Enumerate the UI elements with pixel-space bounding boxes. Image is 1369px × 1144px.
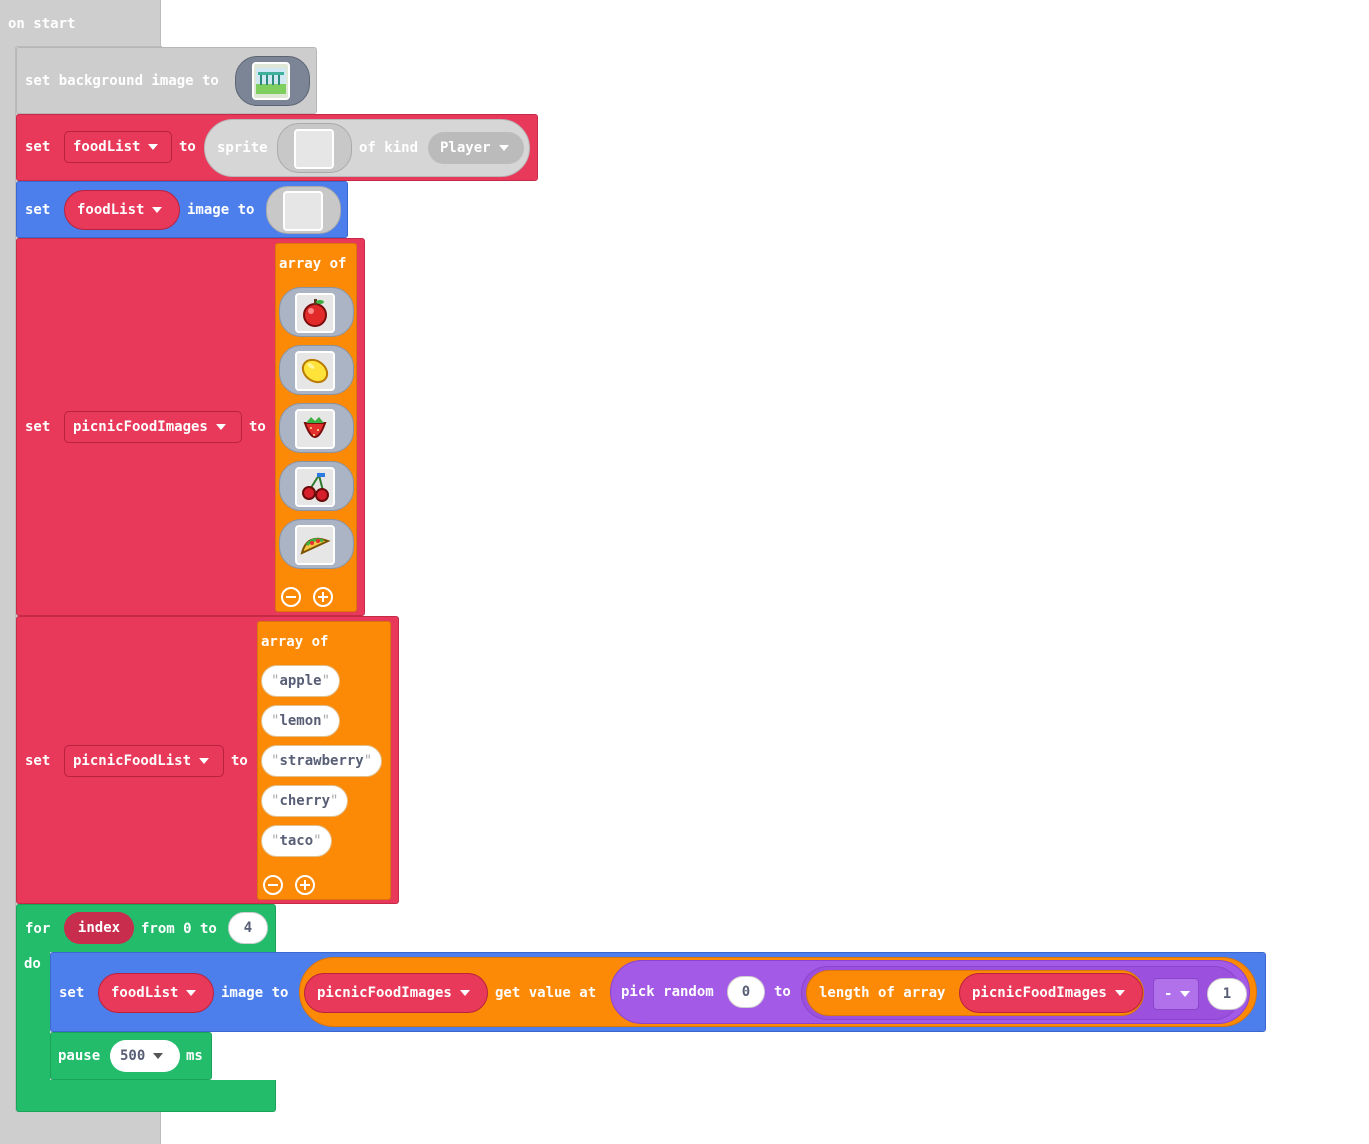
subtract-value-input[interactable]: 1 [1207,978,1247,1010]
picnic-images-variable-dropdown[interactable]: picnicFoodImages [64,411,242,443]
cherry-icon [295,467,335,507]
empty-image-icon [294,129,334,169]
minus-operator-block[interactable]: length of array picnicFoodImages - 1 [801,966,1247,1020]
of-kind-label: of kind [359,140,419,156]
variable-name: foodList [111,985,179,1001]
add-item-icon[interactable] [295,875,315,895]
set-background-block[interactable]: set background image to [16,47,317,114]
foodlist-variable-dropdown[interactable]: foodList [64,190,180,230]
string-value: strawberry [279,753,364,769]
sprite-image-slot[interactable] [277,123,352,173]
set-picnic-list-block[interactable]: set picnicFoodList to array of "apple" "… [16,616,399,904]
do-label: do [24,956,41,972]
variable-name: foodList [77,202,145,218]
strawberry-icon [295,409,335,449]
set-image-block[interactable]: set foodList image to [16,181,348,238]
variable-name: picnicFoodImages [73,419,208,435]
ms-label: ms [186,1048,203,1064]
on-start-label: on start [8,16,76,32]
set-background-label: set background image to [25,73,219,89]
operator-value: - [1164,986,1173,1002]
taco-icon [295,525,335,565]
set-label: set [25,753,51,769]
sprite-label: sprite [217,140,268,156]
random-min-value: 0 [741,984,751,1000]
sprite-create-block[interactable]: sprite of kind Player [204,119,530,177]
set-label: set [25,419,51,435]
remove-item-icon[interactable] [263,875,283,895]
subtract-value: 1 [1222,986,1232,1002]
index-variable[interactable]: index [64,912,134,944]
string-cherry[interactable]: "cherry" [261,785,349,817]
pause-block[interactable]: pause 500 ms [50,1032,212,1080]
pick-random-label: pick random [621,984,714,1000]
length-label: length of array [819,985,946,1001]
length-of-array-block[interactable]: length of array picnicFoodImages [806,970,1144,1016]
set-image-random-block[interactable]: set foodList image to picnicFoodImages g… [50,952,1266,1032]
kind-dropdown[interactable]: Player [428,132,524,164]
foodlist-variable-dropdown[interactable]: foodList [98,973,214,1013]
get-value-at-block[interactable]: picnicFoodImages get value at pick rando… [299,957,1257,1027]
set-label: set [25,202,51,218]
loop-end-input[interactable]: 4 [228,912,268,944]
random-min-input[interactable]: 0 [727,976,765,1008]
apple-icon [295,293,335,333]
image-slot[interactable] [266,186,341,234]
length-array-dropdown[interactable]: picnicFoodImages [959,973,1143,1013]
string-taco[interactable]: "taco" [261,825,332,857]
pause-duration-dropdown[interactable]: 500 [110,1040,180,1072]
pause-value: 500 [120,1048,146,1064]
empty-image-icon [283,191,323,231]
array-of-label: array of [261,634,329,650]
image-to-label: image to [187,202,255,218]
park-background-icon [252,62,290,100]
for-loop-block[interactable]: for index from 0 to 4 [16,904,276,952]
for-label: for [25,921,51,937]
string-value: lemon [279,713,322,729]
pause-label: pause [58,1048,101,1064]
string-strawberry[interactable]: "strawberry" [261,745,383,777]
loop-end-value: 4 [243,920,253,936]
cherry-image-slot[interactable] [279,461,354,511]
picnic-list-variable-dropdown[interactable]: picnicFoodList [64,745,224,777]
background-image-slot[interactable] [235,56,310,106]
string-value: apple [279,673,322,689]
to-label: to [179,139,196,155]
set-label: set [25,139,51,155]
array-of-images-block[interactable]: array of [275,243,357,612]
string-lemon[interactable]: "lemon" [261,705,341,737]
strawberry-image-slot[interactable] [279,403,354,453]
array-of-strings-block[interactable]: array of "apple" "lemon" "strawberry" "c… [257,621,391,900]
taco-image-slot[interactable] [279,519,354,569]
set-label: set [59,985,85,1001]
index-label: index [77,920,121,936]
string-apple[interactable]: "apple" [261,665,341,697]
variable-name: picnicFoodList [73,753,192,769]
lemon-icon [295,351,335,391]
set-foodlist-sprite-block[interactable]: set foodList to sprite of kind Player [16,114,538,181]
to-label: to [249,419,266,435]
variable-name: picnicFoodImages [317,985,452,1001]
picnic-images-variable-dropdown[interactable]: picnicFoodImages [304,973,488,1013]
to-label: to [231,753,248,769]
variable-name: foodList [73,139,141,155]
remove-item-icon[interactable] [281,587,301,607]
kind-value: Player [440,140,491,156]
array-of-label: array of [279,256,347,272]
image-to-label: image to [221,985,289,1001]
variable-name: picnicFoodImages [972,985,1107,1001]
lemon-image-slot[interactable] [279,345,354,395]
get-value-label: get value at [495,985,597,1001]
add-item-icon[interactable] [313,587,333,607]
pick-random-block[interactable]: pick random 0 to length of array picnicF… [610,960,1250,1024]
string-value: cherry [279,793,331,809]
operator-dropdown[interactable]: - [1153,978,1199,1010]
from-label: from 0 to [141,921,217,937]
foodlist-variable-dropdown[interactable]: foodList [64,131,172,163]
string-value: taco [279,833,314,849]
apple-image-slot[interactable] [279,287,354,337]
set-picnic-images-block[interactable]: set picnicFoodImages to array of [16,238,365,616]
to-label: to [774,984,791,1000]
